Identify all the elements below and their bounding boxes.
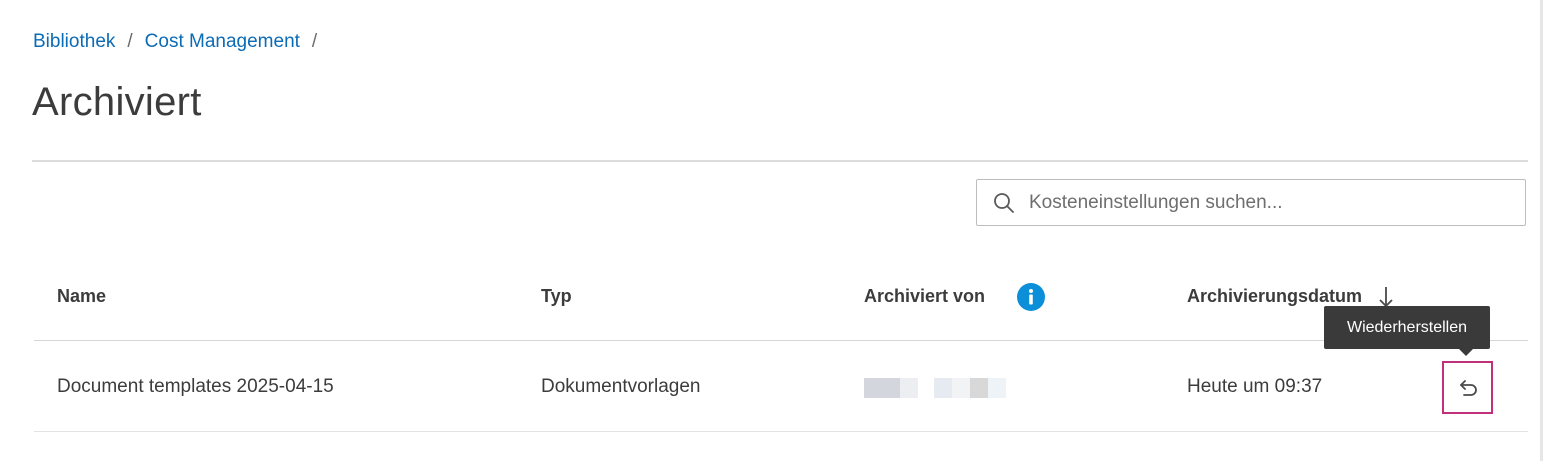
search-input[interactable] [1027,190,1511,215]
info-icon[interactable] [1017,283,1045,311]
tooltip-arrow [1459,349,1473,356]
title-divider [32,160,1528,162]
column-header-name[interactable]: Name [57,286,106,307]
column-header-type[interactable]: Typ [541,286,572,307]
cell-archived-date: Heute um 09:37 [1187,376,1323,397]
breadcrumb-link-bibliothek[interactable]: Bibliothek [33,31,115,53]
cell-archived-by-redacted [864,378,1006,398]
row-divider [34,431,1528,432]
cell-type: Dokumentvorlagen [541,376,701,397]
header-divider [34,340,1528,341]
breadcrumb-link-cost-management[interactable]: Cost Management [145,31,300,53]
restore-tooltip: Wiederherstellen [1324,306,1490,349]
undo-arrow-icon [1459,379,1477,396]
column-header-archived-by[interactable]: Archiviert von [864,286,985,307]
column-header-archived-date[interactable]: Archivierungsdatum [1187,286,1362,307]
breadcrumb-separator: / [311,31,318,52]
cell-name: Document templates 2025-04-15 [57,376,334,397]
restore-button[interactable] [1442,361,1493,414]
breadcrumb-separator: / [127,31,133,52]
search-box[interactable] [976,179,1526,226]
search-icon [991,190,1017,216]
breadcrumb: Bibliothek / Cost Management / [33,31,329,53]
page-title: Archiviert [32,80,202,124]
